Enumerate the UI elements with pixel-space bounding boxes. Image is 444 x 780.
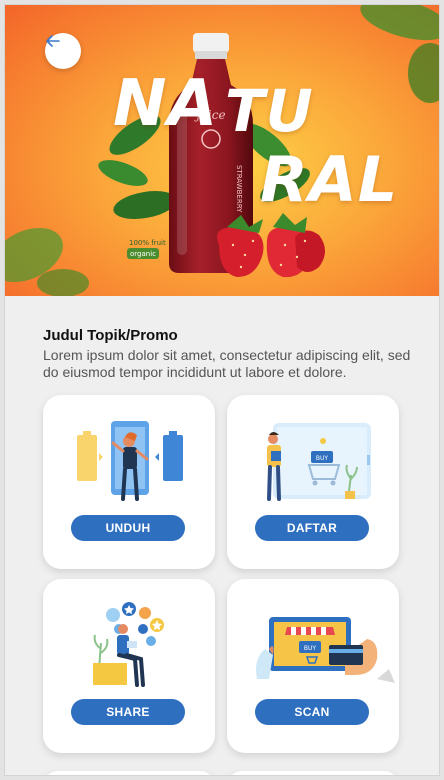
daftar-buy-label: BUY bbox=[316, 455, 329, 462]
register-illustration: BUY bbox=[267, 423, 371, 501]
bottle-side-text: STRAWBERRY bbox=[235, 165, 243, 213]
card-scan[interactable]: BUY SCAN bbox=[227, 579, 399, 753]
badge-bottom: organic bbox=[130, 250, 156, 258]
scan-button[interactable]: SCAN bbox=[255, 699, 369, 725]
download-illustration bbox=[77, 421, 183, 501]
back-button[interactable] bbox=[45, 33, 81, 69]
card-daftar[interactable]: BUY DAFTAR bbox=[227, 395, 399, 569]
arrow-left-icon bbox=[46, 35, 60, 47]
card-unduh[interactable]: UNDUH bbox=[43, 395, 215, 569]
card-peek-left bbox=[43, 771, 215, 775]
daftar-button[interactable]: DAFTAR bbox=[255, 515, 369, 541]
card-peek-right bbox=[227, 771, 399, 775]
promo-description: Lorem ipsum dolor sit amet, consectetur … bbox=[43, 347, 411, 380]
promo-section: Judul Topik/Promo Lorem ipsum dolor sit … bbox=[43, 327, 413, 381]
promo-title: Judul Topik/Promo bbox=[43, 327, 178, 344]
hero-banner: juice STRAWBERRY 100% fruit organic NA T… bbox=[5, 5, 439, 296]
hero-word-1: NA bbox=[113, 67, 219, 141]
hero-word-3: RAL bbox=[260, 143, 399, 216]
share-illustration bbox=[93, 602, 164, 687]
unduh-button[interactable]: UNDUH bbox=[71, 515, 185, 541]
hero-word-2: TU bbox=[225, 77, 314, 145]
scan-illustration: BUY bbox=[256, 617, 395, 683]
card-share[interactable]: SHARE bbox=[43, 579, 215, 753]
badge-top: 100% fruit bbox=[129, 239, 166, 247]
scan-buy-label: BUY bbox=[304, 645, 317, 652]
share-button[interactable]: SHARE bbox=[71, 699, 185, 725]
app-screen: juice STRAWBERRY 100% fruit organic NA T… bbox=[4, 4, 440, 776]
